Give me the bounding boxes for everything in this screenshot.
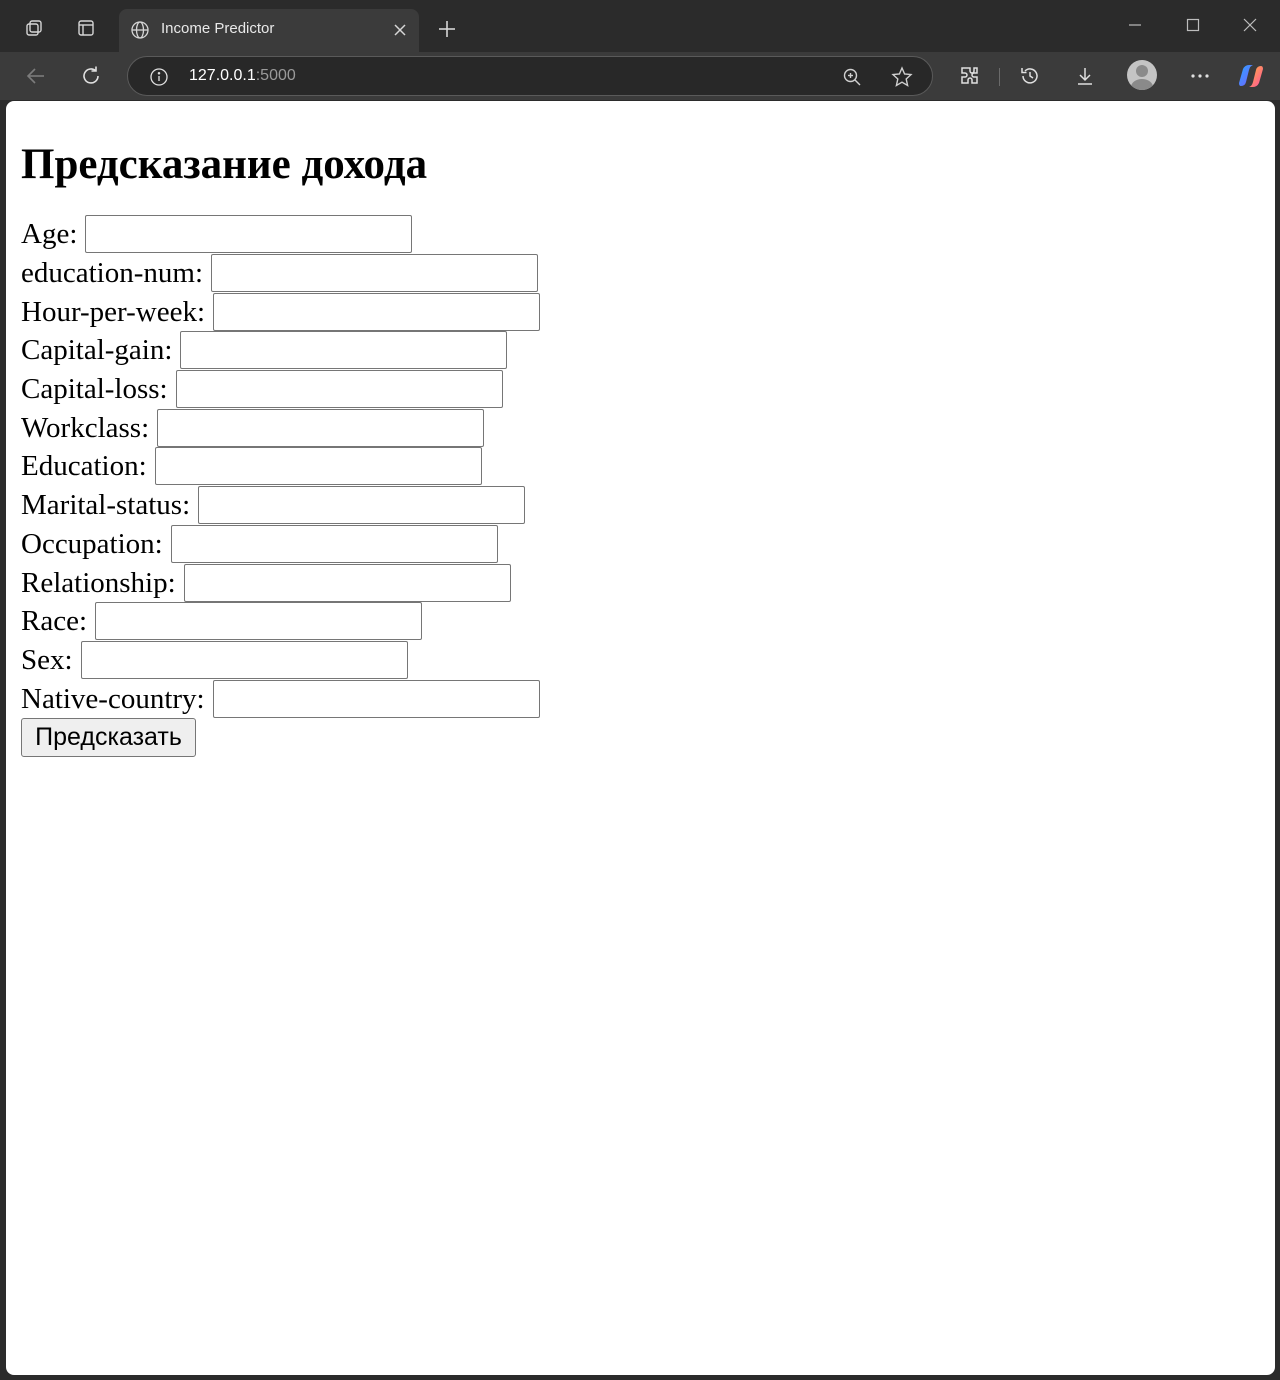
field-input[interactable]	[198, 486, 526, 525]
field-label: Occupation:	[21, 527, 163, 560]
field-input[interactable]	[95, 602, 423, 641]
field-input[interactable]	[85, 215, 413, 254]
more-menu-icon[interactable]	[1186, 62, 1214, 90]
extensions-icon[interactable]	[955, 62, 983, 90]
field-input[interactable]	[211, 254, 539, 293]
form-row: Race:	[21, 602, 1275, 641]
field-input[interactable]	[213, 292, 541, 331]
field-label: Capital-loss:	[21, 373, 168, 406]
url-port: :5000	[255, 67, 296, 84]
field-input[interactable]	[183, 563, 511, 602]
site-info-icon[interactable]	[148, 66, 170, 88]
page-body: Предсказание дохода Age: education-num: Ho…	[6, 101, 1275, 757]
browser-window: Income Predictor 127.0.0.1:5000 Предсказ…	[0, 0, 1280, 1380]
page-title: Предсказание дохода	[21, 141, 428, 188]
predict-button[interactable]: Предсказать	[21, 717, 196, 757]
form-row: Occupation:	[21, 524, 1275, 564]
minimize-icon[interactable]	[1120, 12, 1150, 38]
url-host: 127.0.0.1	[189, 67, 256, 84]
form-row: Capital-gain:	[21, 331, 1275, 370]
form-row: Hour-per-week:	[21, 292, 1275, 331]
field-input[interactable]	[154, 447, 482, 486]
globe-icon	[129, 19, 151, 41]
avatar-head	[1136, 65, 1148, 77]
address-bar[interactable]: 127.0.0.1:5000	[127, 56, 933, 96]
form-row: education-num:	[21, 254, 1275, 293]
page-viewport: Предсказание дохода Age: education-num: Ho…	[6, 101, 1275, 1375]
field-input[interactable]	[157, 408, 485, 447]
form-row: Age:	[21, 215, 1275, 254]
tab-actions-icon[interactable]	[72, 14, 100, 42]
form-row: Sex:	[21, 640, 1275, 680]
form-row: Native-country:	[21, 679, 1275, 718]
favorite-star-icon[interactable]	[890, 65, 914, 89]
field-label: education-num:	[21, 257, 204, 290]
field-label: Capital-gain:	[21, 334, 173, 367]
navigation-toolbar: 127.0.0.1:5000	[0, 52, 1280, 100]
field-input[interactable]	[170, 524, 498, 563]
field-label: Native-country:	[21, 682, 205, 715]
field-input[interactable]	[80, 640, 408, 679]
new-tab-button[interactable]	[434, 16, 460, 42]
prediction-form: Age: education-num: Hour-per-week: Capital-…	[21, 215, 1275, 757]
form-row: Education:	[21, 447, 1275, 486]
field-label: Age:	[21, 218, 78, 251]
field-label: Sex:	[21, 643, 73, 676]
field-label: Relationship:	[21, 566, 176, 599]
form-row: Workclass:	[21, 408, 1275, 447]
field-label: Education:	[21, 450, 147, 483]
field-label: Hour-per-week:	[21, 295, 206, 328]
downloads-icon[interactable]	[1071, 62, 1099, 90]
tab-income-predictor[interactable]: Income Predictor	[119, 9, 419, 52]
field-input[interactable]	[175, 370, 503, 409]
history-icon[interactable]	[1016, 62, 1044, 90]
profile-avatar[interactable]	[1127, 60, 1157, 90]
form-row: Marital-status:	[21, 486, 1275, 525]
field-label: Marital-status:	[21, 489, 191, 522]
tab-strip: Income Predictor	[0, 0, 1280, 52]
toolbar-separator	[999, 68, 1000, 86]
avatar-body	[1131, 79, 1153, 90]
reload-icon[interactable]	[77, 62, 105, 90]
zoom-icon[interactable]	[840, 65, 864, 89]
close-tab-icon[interactable]	[389, 19, 411, 41]
close-window-icon[interactable]	[1235, 12, 1265, 38]
form-row: Capital-loss:	[21, 370, 1275, 409]
url-text[interactable]: 127.0.0.1:5000	[189, 67, 296, 85]
field-input[interactable]	[180, 331, 508, 370]
maximize-icon[interactable]	[1178, 12, 1208, 38]
field-label: Race:	[21, 605, 88, 638]
field-label: Workclass:	[21, 411, 150, 444]
tab-title: Income Predictor	[161, 20, 275, 37]
form-row: Relationship:	[21, 563, 1275, 602]
workspaces-icon[interactable]	[20, 14, 48, 42]
field-input[interactable]	[212, 679, 540, 718]
back-icon[interactable]	[22, 62, 50, 90]
copilot-icon[interactable]	[1237, 62, 1265, 90]
form-fields: Age: education-num: Hour-per-week: Capital-…	[21, 215, 1275, 718]
